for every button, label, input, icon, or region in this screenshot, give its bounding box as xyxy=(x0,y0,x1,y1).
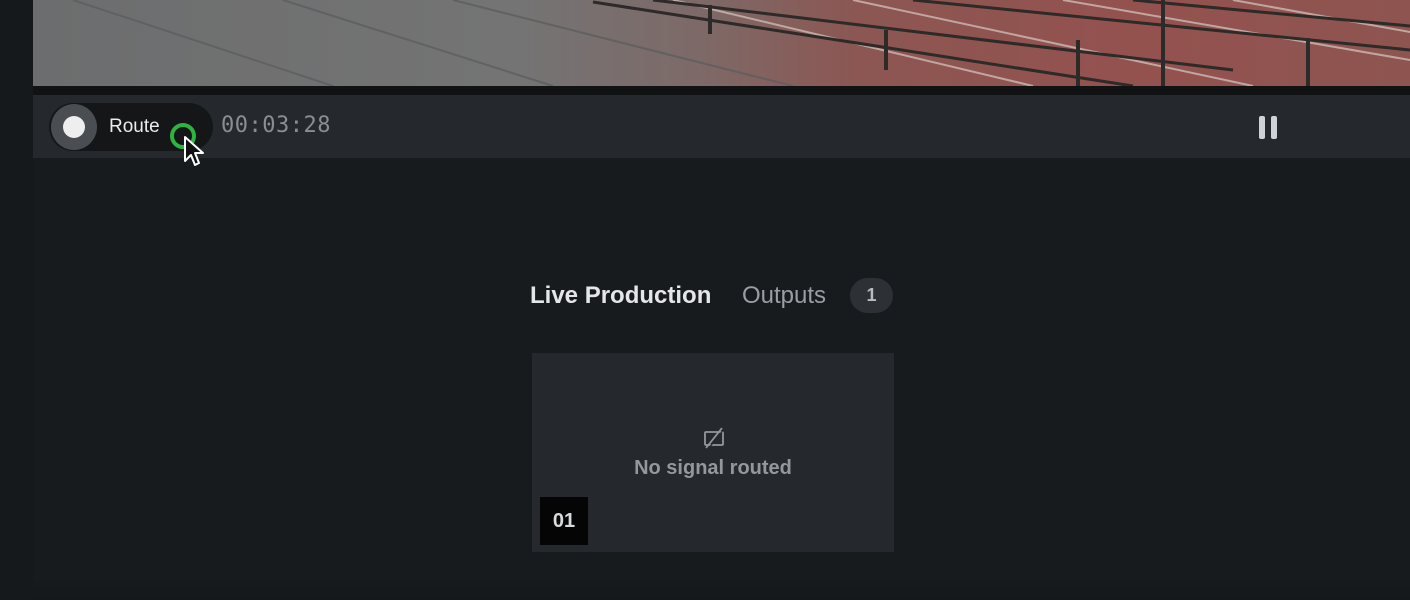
preview-border xyxy=(33,86,1410,95)
output-card[interactable]: No signal routed 01 xyxy=(532,353,894,552)
tab-outputs[interactable]: Outputs xyxy=(742,282,826,310)
no-signal-icon xyxy=(704,427,726,449)
left-window-edge xyxy=(0,0,33,600)
pause-button[interactable] xyxy=(1255,115,1281,141)
playback-control-bar: Route 00:03:28 xyxy=(33,95,1410,166)
pause-icon-bar-right xyxy=(1271,116,1277,139)
toggle-knob-dot xyxy=(63,116,85,138)
video-preview xyxy=(33,0,1410,86)
tab-live-production[interactable]: Live Production xyxy=(530,282,711,310)
bottom-shade xyxy=(33,575,1410,600)
preview-image xyxy=(72,0,1410,86)
no-signal-text: No signal routed xyxy=(634,457,792,479)
pause-icon-bar-left xyxy=(1259,116,1265,139)
outputs-count-badge: 1 xyxy=(850,278,893,313)
toggle-knob xyxy=(51,104,97,150)
output-number-badge: 01 xyxy=(540,497,588,545)
route-label: Route xyxy=(109,116,160,137)
app-root: Route 00:03:28 Live Production Outputs 1… xyxy=(0,0,1410,600)
mouse-cursor-icon xyxy=(184,136,204,166)
timecode: 00:03:28 xyxy=(221,113,331,138)
